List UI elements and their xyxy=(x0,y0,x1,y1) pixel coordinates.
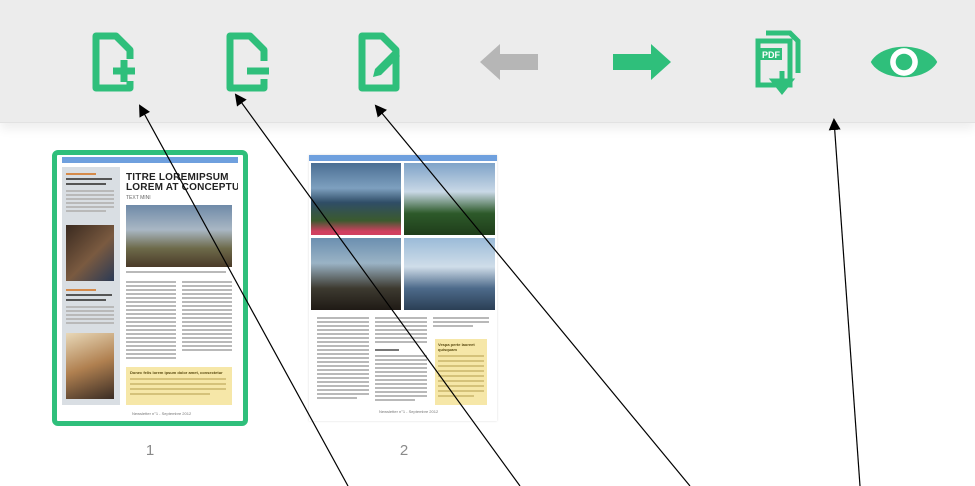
arrow-left-icon xyxy=(480,44,538,80)
page-2-photo-valley xyxy=(404,238,495,310)
arrow-right-icon xyxy=(613,44,671,80)
pdf-export-icon: PDF xyxy=(755,30,801,95)
page-2-photo-paraglider xyxy=(404,163,495,235)
page-number-2: 2 xyxy=(399,442,409,459)
page-1-title-line2: LOREM AT CONCEPTUER xyxy=(126,182,238,193)
remove-page-button[interactable] xyxy=(210,26,282,98)
page-1-footer: Newsletter n°1 - Septembre 2012 xyxy=(132,411,192,416)
page-2-photo-lake xyxy=(311,163,401,235)
page-1-subtitle: TEXT MINI xyxy=(126,195,151,201)
page-edit-icon xyxy=(358,32,400,92)
toolbar: PDF xyxy=(0,0,975,123)
page-thumbnail-1[interactable]: TITRE LOREMIPSUM LOREM AT CONCEPTUER TEX… xyxy=(52,150,248,426)
page-2-box-title: Vespa perte laoreet quisquam xyxy=(438,342,475,352)
preview-button[interactable] xyxy=(868,26,940,98)
page-1-box-title: Donec felis lorem ipsum dolor amet, cons… xyxy=(130,370,223,375)
svg-text:PDF: PDF xyxy=(762,50,781,60)
page-1-preview: TITRE LOREMIPSUM LOREM AT CONCEPTUER TEX… xyxy=(62,157,238,419)
export-pdf-button[interactable]: PDF xyxy=(740,26,812,98)
next-page-button[interactable] xyxy=(605,26,677,98)
page-2-photo-tandem xyxy=(311,238,401,310)
page-2-footer: Newsletter n°1 - Septembre 2012 xyxy=(379,409,439,414)
previous-page-button[interactable] xyxy=(474,26,546,98)
sidebar-photo-1 xyxy=(66,225,114,281)
page-number-1: 1 xyxy=(145,442,155,459)
eye-preview-icon xyxy=(870,46,938,78)
edit-page-button[interactable] xyxy=(342,26,414,98)
page-1-main-photo xyxy=(126,205,232,267)
add-page-button[interactable] xyxy=(76,26,148,98)
page-add-icon xyxy=(92,32,135,92)
page-remove-icon xyxy=(226,32,269,92)
page-2-preview: Vespa perte laoreet quisquam Newsletter … xyxy=(309,155,497,421)
sidebar-photo-2 xyxy=(66,333,114,399)
page-thumbnails: TITRE LOREMIPSUM LOREM AT CONCEPTUER TEX… xyxy=(0,140,975,486)
page-thumbnail-2[interactable]: Vespa perte laoreet quisquam Newsletter … xyxy=(309,155,497,421)
